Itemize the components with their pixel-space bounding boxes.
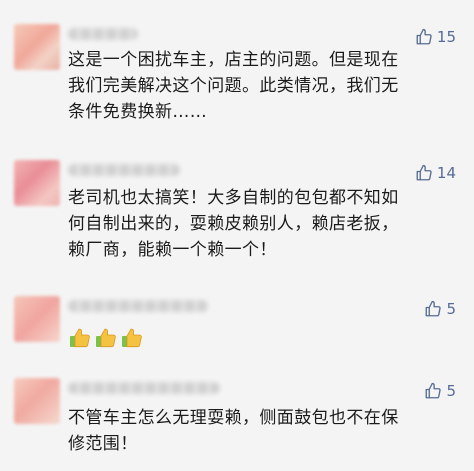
like-button[interactable]: 5	[424, 382, 456, 400]
comment-text: 不管车主怎么无理耍赖，侧面鼓包也不在保 修范围！	[68, 408, 399, 454]
commenter-name-blurred[interactable]	[68, 382, 220, 394]
like-count: 5	[446, 382, 456, 400]
avatar[interactable]	[14, 378, 60, 424]
comment-4: 5 不管车主怎么无理耍赖，侧面鼓包也不在保 修范围！	[0, 0, 474, 471]
thumbs-up-outline-icon	[424, 382, 442, 400]
